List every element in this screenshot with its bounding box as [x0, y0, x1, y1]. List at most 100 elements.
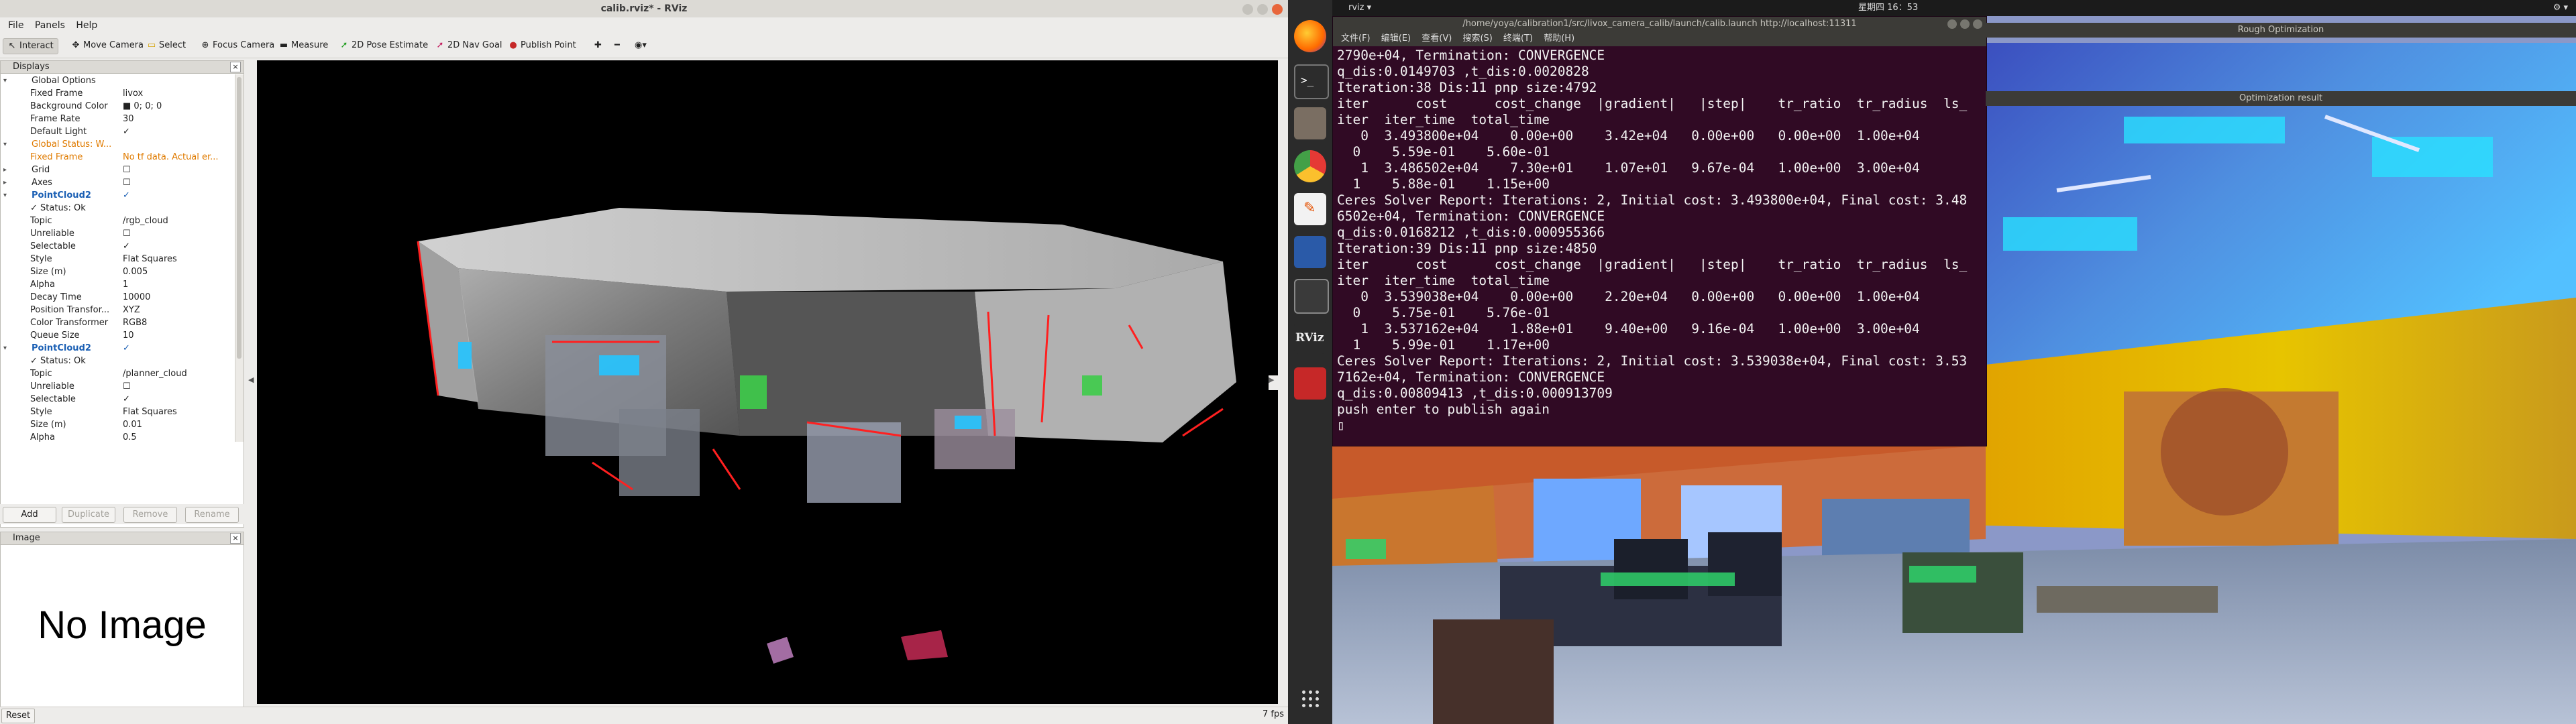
tool-settings-icon[interactable]: ◉▾ [631, 38, 651, 53]
firefox-icon[interactable] [1294, 20, 1326, 52]
tree-value[interactable]: 10000 [123, 291, 230, 304]
collapse-left-icon[interactable]: ◀ [248, 375, 254, 384]
close-button[interactable] [1973, 19, 1982, 29]
tree-row[interactable]: Queue Size 10 [1, 329, 234, 342]
tree-row[interactable]: Alpha 0.5 [1, 431, 234, 442]
tree-value[interactable]: ✓ [123, 342, 230, 355]
tree-value[interactable]: 0.005 [123, 265, 230, 278]
tree-value[interactable]: ☐ [123, 176, 230, 189]
tree-row[interactable]: Size (m) 0.005 [1, 265, 234, 278]
terminal-output[interactable]: 2790e+04, Termination: CONVERGENCE q_dis:… [1337, 48, 1982, 443]
tool-2d-pose-estimate[interactable]: ➚ 2D Pose Estimate [335, 38, 432, 53]
optimization-result-titlebar[interactable]: Optimization result [1986, 91, 2576, 106]
close-icon[interactable]: × [230, 62, 241, 72]
tree-row[interactable]: Selectable ✓ [1, 393, 234, 406]
maximize-button[interactable] [1960, 19, 1970, 29]
tree-row[interactable]: ▾ Global Status: W... [1, 138, 234, 151]
tree-row[interactable]: Unreliable ☐ [1, 380, 234, 393]
panel-splitter[interactable]: ◀ [245, 60, 257, 704]
software-icon[interactable] [1294, 236, 1326, 268]
displays-tree[interactable]: ▾ Global Options Fixed Frame livox Backgroun… [1, 74, 234, 442]
tree-row[interactable]: Color Transformer RGB8 [1, 316, 234, 329]
tool-interact[interactable]: ↖ Interact [3, 38, 58, 54]
tree-row[interactable]: Default Light ✓ [1, 125, 234, 138]
tool-2d-nav-goal[interactable]: ➚ 2D Nav Goal [431, 38, 506, 53]
tree-row[interactable]: ▸ Grid ☐ [1, 164, 234, 176]
tree-value[interactable]: Flat Squares [123, 253, 230, 265]
tree-value[interactable]: livox [123, 87, 230, 100]
menu-edit[interactable]: 编辑(E) [1381, 34, 1411, 44]
menu-file[interactable]: 文件(F) [1341, 34, 1371, 44]
tree-row[interactable]: Decay Time 10000 [1, 291, 234, 304]
tree-value[interactable]: No tf data. Actual er... [123, 151, 230, 164]
show-apps-icon[interactable] [1302, 690, 1320, 708]
menu-view[interactable]: 查看(V) [1421, 34, 1452, 44]
remove-button[interactable]: Remove [123, 507, 177, 523]
tree-row[interactable]: Fixed Frame No tf data. Actual er... [1, 151, 234, 164]
tree-value[interactable]: 0.01 [123, 418, 230, 431]
text-editor-icon[interactable]: ✎ [1294, 193, 1326, 225]
expand-arrow-icon[interactable]: ▾ [3, 74, 7, 87]
add-tool-icon[interactable]: ✚ [590, 38, 606, 53]
system-tray[interactable]: ⚙ ▾ [2553, 0, 2568, 16]
tree-row[interactable]: Position Transfor... XYZ [1, 304, 234, 316]
expand-arrow-icon[interactable]: ▸ [3, 176, 7, 189]
tree-value[interactable]: ✓ [123, 240, 230, 253]
app-menu[interactable]: rviz ▾ [1348, 0, 1371, 16]
expand-arrow-icon[interactable]: ▾ [3, 189, 7, 202]
tool-move-camera[interactable]: ✥ Move Camera [67, 38, 148, 53]
menu-panels[interactable]: Panels [35, 20, 65, 31]
tree-row[interactable]: Style Flat Squares [1, 406, 234, 418]
rviz-icon[interactable]: RViz [1294, 322, 1326, 354]
tree-row[interactable]: ▾ PointCloud2 ✓ [1, 189, 234, 202]
duplicate-button[interactable]: Duplicate [62, 507, 115, 523]
tree-row[interactable]: Fixed Frame livox [1, 87, 234, 100]
tree-row[interactable]: ▾ Global Options [1, 74, 234, 87]
tree-value[interactable]: /rgb_cloud [123, 215, 230, 227]
tree-value[interactable]: XYZ [123, 304, 230, 316]
rename-button[interactable]: Rename [185, 507, 239, 523]
close-icon[interactable]: × [230, 533, 241, 544]
tree-row[interactable]: ✓ Status: Ok [1, 355, 234, 367]
tree-value[interactable]: ✓ [123, 125, 230, 138]
menu-terminal[interactable]: 终端(T) [1503, 34, 1533, 44]
tree-row[interactable]: ✓ Status: Ok [1, 202, 234, 215]
minimize-button[interactable] [1947, 19, 1957, 29]
tool-focus-camera[interactable]: ⊕ Focus Camera [197, 38, 278, 53]
tree-row[interactable]: Topic/planner_cloud [1, 367, 234, 380]
terminal-window[interactable]: /home/yoya/calibration1/src/livox_camera… [1332, 16, 1987, 446]
terminal-icon[interactable]: >_ [1294, 64, 1329, 99]
expand-arrow-icon[interactable]: ▸ [3, 164, 7, 176]
tree-value[interactable]: ✓ [123, 189, 230, 202]
tree-row[interactable]: Frame Rate 30 [1, 113, 234, 125]
tree-row[interactable]: Topic/rgb_cloud [1, 215, 234, 227]
tree-row[interactable]: Selectable ✓ [1, 240, 234, 253]
chrome-icon[interactable] [1294, 150, 1326, 182]
tree-value[interactable]: ☐ [123, 380, 230, 393]
tree-value[interactable]: /planner_cloud [123, 367, 230, 380]
maximize-button[interactable] [1257, 4, 1268, 15]
add-button[interactable]: Add [3, 507, 56, 523]
scrollbar-thumb[interactable] [237, 77, 241, 359]
rviz-titlebar[interactable]: calib.rviz* - RViz [0, 0, 1288, 18]
menu-search[interactable]: 搜索(S) [1462, 34, 1492, 44]
tree-value[interactable]: ☐ [123, 227, 230, 240]
expand-arrow-icon[interactable]: ▾ [3, 138, 7, 151]
tree-row[interactable]: ▸ Axes ☐ [1, 176, 234, 189]
collapse-right-icon[interactable]: ▶ [1269, 375, 1278, 390]
tree-row[interactable]: Size (m) 0.01 [1, 418, 234, 431]
terminal-titlebar[interactable]: /home/yoya/calibration1/src/livox_camera… [1333, 17, 1986, 32]
minimize-button[interactable] [1242, 4, 1253, 15]
tree-row[interactable]: Unreliable ☐ [1, 227, 234, 240]
recorder-icon[interactable] [1294, 367, 1326, 400]
expand-arrow-icon[interactable]: ▾ [3, 342, 7, 355]
tool-measure[interactable]: ▬ Measure [275, 38, 332, 53]
tree-row[interactable]: Background Color ■ 0; 0; 0 [1, 100, 234, 113]
tree-value[interactable]: Flat Squares [123, 406, 230, 418]
tree-value[interactable]: ■ 0; 0; 0 [123, 100, 230, 113]
tree-value[interactable]: 30 [123, 113, 230, 125]
files-icon[interactable] [1294, 107, 1326, 139]
menu-file[interactable]: File [8, 20, 23, 31]
tree-row[interactable]: Alpha 1 [1, 278, 234, 291]
tree-value[interactable]: ✓ [123, 393, 230, 406]
